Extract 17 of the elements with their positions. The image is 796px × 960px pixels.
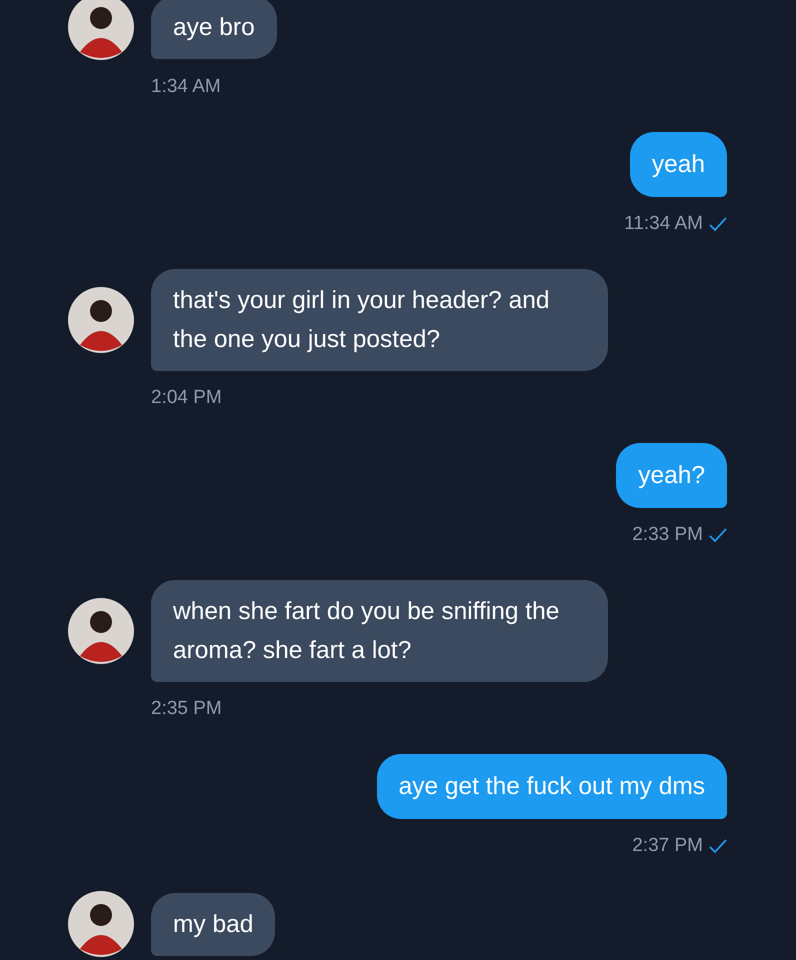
message-bubble: yeah? xyxy=(616,443,727,508)
message-bubble: that's your girl in your header? and the one you just posted? xyxy=(151,269,608,371)
message-time: 2:37 PM xyxy=(632,835,703,857)
avatar[interactable] xyxy=(68,0,134,60)
message-bubble: when she fart do you be sniffing the aroma? she fart a lot? xyxy=(151,580,608,682)
avatar[interactable] xyxy=(68,891,134,957)
message-bubble: my bad xyxy=(151,892,276,956)
message-time: 1:34 AM xyxy=(151,76,221,98)
avatar[interactable] xyxy=(68,598,134,664)
message-time: 2:35 PM xyxy=(151,698,222,720)
avatar[interactable] xyxy=(68,287,134,353)
message-bubble: aye get the fuck out my dms xyxy=(376,754,727,819)
message-time: 2:33 PM xyxy=(632,524,703,546)
message-time: 11:34 AM xyxy=(624,213,703,235)
message-bubble: yeah xyxy=(630,132,727,197)
message-bubble: aye bro xyxy=(151,0,277,58)
message-time: 2:04 PM xyxy=(151,387,222,409)
